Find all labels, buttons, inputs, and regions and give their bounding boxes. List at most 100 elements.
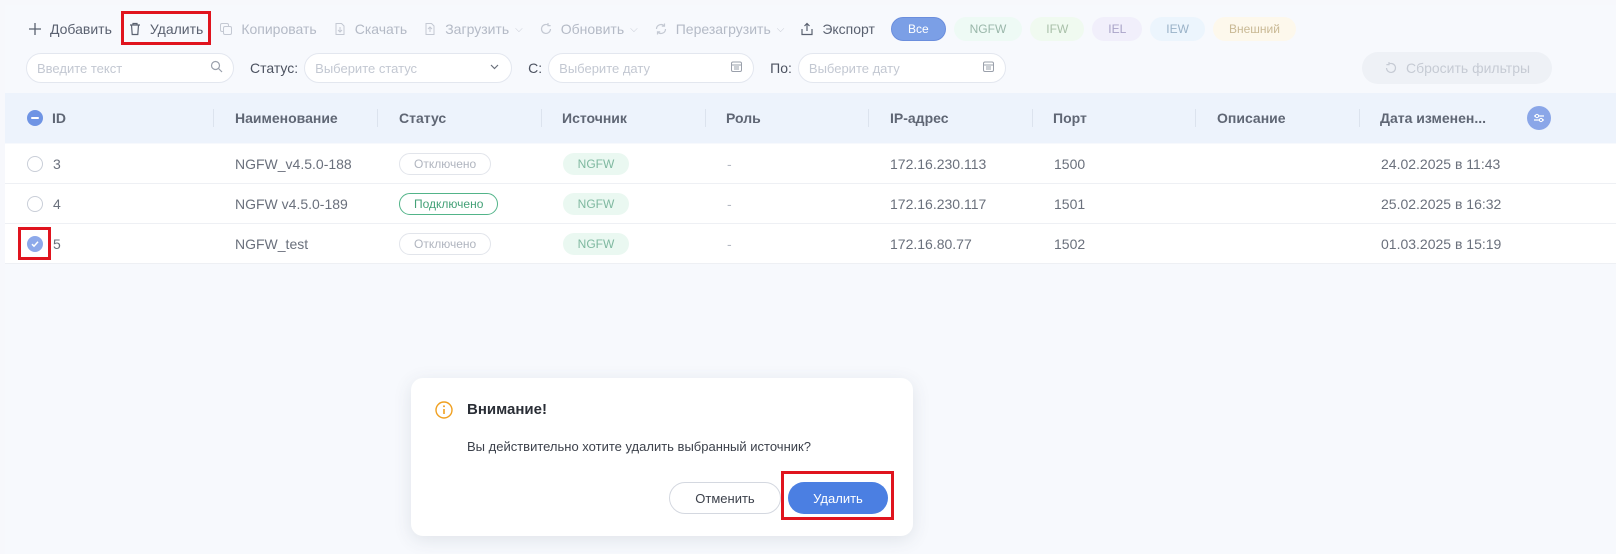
column-header-port[interactable]: Порт <box>1053 93 1087 143</box>
column-divider <box>868 109 869 127</box>
highlight-row-checkbox <box>18 227 51 260</box>
status-filter-label: Статус: <box>250 60 299 76</box>
filters-bar: Введите текст Статус: Выберите статус С:… <box>26 53 1006 83</box>
highlight-delete-button <box>121 11 211 45</box>
download-button-label: Скачать <box>354 21 408 37</box>
copy-icon <box>219 22 233 36</box>
export-button-label: Экспорт <box>822 21 875 37</box>
status-badge: Подключено <box>399 193 499 215</box>
column-header-ip[interactable]: IP-адрес <box>890 93 949 143</box>
refresh-button-label: Обновить <box>560 21 625 37</box>
cell-status: Отключено <box>399 224 492 264</box>
select-all-checkbox[interactable] <box>27 110 43 126</box>
chevron-down-icon: ⌵ <box>630 23 638 35</box>
cell-source: NGFW <box>563 224 629 264</box>
download-icon <box>333 22 347 36</box>
toolbar: Добавить Удалить Копировать Скачать Загр… <box>20 14 1296 44</box>
to-date-input[interactable]: Выберите дату <box>797 53 1006 83</box>
cell-id: 3 <box>53 156 61 172</box>
cell-name: NGFW_v4.5.0-188 <box>235 156 352 172</box>
restart-button[interactable]: Перезагрузить ⌵ <box>646 14 793 44</box>
from-date-input[interactable]: Выберите дату <box>548 53 755 83</box>
dialog-title: Внимание! <box>467 401 547 418</box>
cell-role: - <box>727 236 732 252</box>
column-settings-button[interactable] <box>1527 106 1551 130</box>
from-date-placeholder: Выберите дату <box>559 60 650 76</box>
reset-icon <box>1384 61 1406 75</box>
column-header-role[interactable]: Роль <box>726 93 761 143</box>
cell-date: 25.02.2025 в 16:32 <box>1381 196 1502 212</box>
cell-role: - <box>727 196 732 212</box>
source-badge: NGFW <box>563 153 629 175</box>
cell-status: Подключено <box>399 184 499 224</box>
cell-ip: 172.16.230.117 <box>890 196 987 212</box>
search-placeholder: Введите текст <box>37 60 123 76</box>
cell-date: 24.02.2025 в 11:43 <box>1381 156 1501 172</box>
search-input[interactable]: Введите текст <box>26 53 234 83</box>
upload-icon <box>423 22 437 36</box>
cell-id: 5 <box>53 236 61 252</box>
from-date-label: С: <box>528 60 543 76</box>
upload-button-label: Загрузить <box>445 21 510 37</box>
refresh-icon <box>539 22 553 36</box>
plus-icon <box>28 22 42 36</box>
table-row[interactable]: 4 NGFW v4.5.0-189 Подключено NGFW - 172.… <box>5 184 1616 224</box>
row-checkbox[interactable] <box>27 156 43 172</box>
chip-all[interactable]: Все <box>890 17 946 41</box>
chip-iel[interactable]: IEL <box>1092 17 1143 41</box>
table-row[interactable]: 3 NGFW_v4.5.0-188 Отключено NGFW - 172.1… <box>5 144 1616 184</box>
highlight-confirm-button <box>781 471 894 520</box>
column-divider <box>541 109 542 127</box>
copy-button-label: Копировать <box>241 21 317 37</box>
chip-external[interactable]: Внешний <box>1212 17 1296 41</box>
add-button[interactable]: Добавить <box>20 14 120 44</box>
chip-ifw[interactable]: IFW <box>1030 17 1085 41</box>
cell-port: 1501 <box>1054 196 1086 212</box>
add-button-label: Добавить <box>50 21 112 37</box>
chevron-down-icon <box>488 60 501 76</box>
row-checkbox[interactable] <box>27 196 43 212</box>
column-divider <box>213 109 214 127</box>
chevron-down-icon: ⌵ <box>515 23 523 35</box>
refresh-button[interactable]: Обновить ⌵ <box>531 14 646 44</box>
column-header-date[interactable]: Дата изменен... <box>1380 93 1486 143</box>
status-select[interactable]: Выберите статус <box>304 53 513 83</box>
column-header-name[interactable]: Наименование <box>235 93 338 143</box>
column-divider <box>377 109 378 127</box>
to-date-label: По: <box>770 60 792 76</box>
cell-name: NGFW_test <box>235 236 309 252</box>
column-header-source[interactable]: Источник <box>562 93 627 143</box>
sliders-icon <box>1533 112 1545 124</box>
cell-port: 1500 <box>1054 156 1086 172</box>
chip-iew[interactable]: IEW <box>1150 17 1205 41</box>
status-placeholder: Выберите статус <box>315 60 418 76</box>
cell-port: 1502 <box>1054 236 1086 252</box>
restart-button-label: Перезагрузить <box>675 21 771 37</box>
to-date-placeholder: Выберите дату <box>808 60 900 76</box>
calendar-icon <box>982 60 995 76</box>
column-header-id[interactable]: ID <box>52 93 66 143</box>
column-divider <box>705 109 706 127</box>
cell-ip: 172.16.80.77 <box>890 236 972 252</box>
table-header: ID Наименование Статус Источник Роль IP-… <box>5 93 1616 143</box>
cell-source: NGFW <box>563 184 629 224</box>
status-badge: Отключено <box>399 153 492 175</box>
column-divider <box>1195 109 1196 127</box>
cell-date: 01.03.2025 в 15:19 <box>1381 236 1502 252</box>
source-badge: NGFW <box>563 233 629 255</box>
reset-filters-label: Сбросить фильтры <box>1405 60 1531 76</box>
download-button[interactable]: Скачать <box>325 14 416 44</box>
cell-name: NGFW v4.5.0-189 <box>235 196 348 212</box>
column-header-description[interactable]: Описание <box>1217 93 1286 143</box>
chip-ngfw[interactable]: NGFW <box>953 17 1023 41</box>
table-row[interactable]: 5 NGFW_test Отключено NGFW - 172.16.80.7… <box>5 224 1616 264</box>
upload-button[interactable]: Загрузить ⌵ <box>415 14 531 44</box>
info-icon <box>435 401 453 419</box>
reset-filters-button[interactable]: Сбросить фильтры <box>1362 52 1552 84</box>
copy-button[interactable]: Копировать <box>211 14 324 44</box>
export-button[interactable]: Экспорт <box>792 14 883 44</box>
cell-id: 4 <box>53 196 61 212</box>
column-header-status[interactable]: Статус <box>399 93 446 143</box>
export-icon <box>800 22 814 36</box>
cancel-button[interactable]: Отменить <box>669 482 781 514</box>
